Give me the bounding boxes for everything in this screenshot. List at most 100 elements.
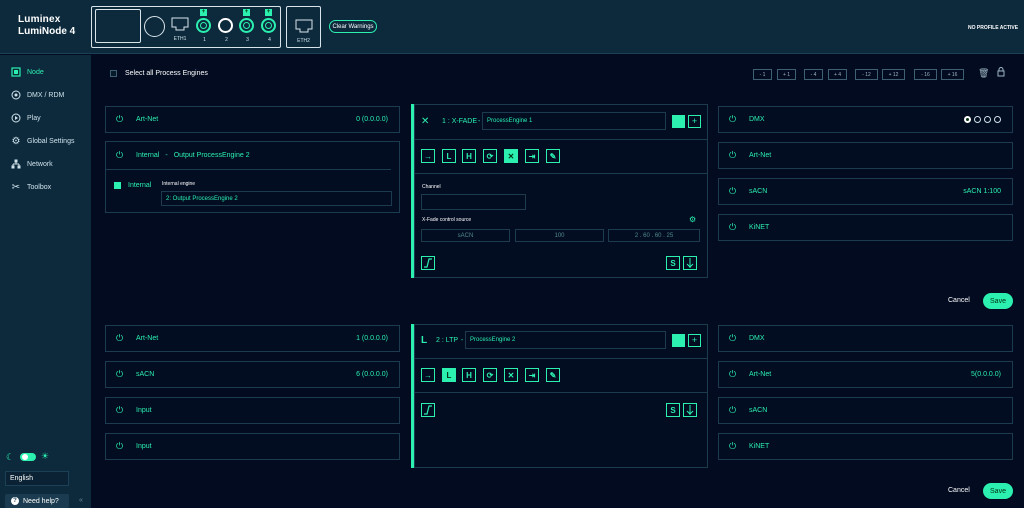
htp-tool-button[interactable]: H <box>462 149 476 163</box>
ltp-tool-button[interactable]: L <box>442 149 456 163</box>
trash-icon[interactable]: 🗑 <box>978 68 989 79</box>
output-port-icon: ⏻ <box>729 405 737 415</box>
step-minus-12-button[interactable]: - 12 <box>855 69 878 80</box>
passthrough-tool-button[interactable]: → <box>421 149 435 163</box>
sidebar-item-dmx[interactable]: DMX / RDM <box>11 90 64 100</box>
engine-color-swatch[interactable] <box>672 115 685 128</box>
curve-icon <box>424 258 432 268</box>
input-empty-row[interactable]: ⏻ Input <box>105 397 400 424</box>
gear-icon[interactable]: ⚙ <box>689 215 696 224</box>
htp-tool-button[interactable]: H <box>462 368 476 382</box>
xfade-tool-button[interactable]: ✕ <box>504 368 518 382</box>
solo-button[interactable]: S <box>666 403 680 417</box>
select-all-checkbox[interactable] <box>110 70 117 77</box>
step-plus-16-button[interactable]: + 16 <box>941 69 964 80</box>
snapshot-tool-button[interactable]: ⇥ <box>525 368 539 382</box>
step-minus-16-button[interactable]: - 16 <box>914 69 937 80</box>
ltp-tool-button[interactable]: L <box>442 368 456 382</box>
language-select[interactable]: English <box>5 471 69 486</box>
step-minus-1-button[interactable]: - 1 <box>753 69 772 80</box>
xfade-address-input[interactable]: 2 . 60 . 60 . 25 <box>608 229 700 242</box>
engine-add-button[interactable]: + <box>688 115 701 128</box>
brand-name: Luminex <box>18 14 61 25</box>
output-artnet-row[interactable]: ⏻ Art-Net 5(0.0.0.0) <box>718 361 1013 388</box>
priority-button[interactable] <box>683 256 697 270</box>
output-kinet-row[interactable]: ⏻ KiNET <box>718 214 1013 241</box>
edit-tool-button[interactable]: ✎ <box>546 368 560 382</box>
help-button[interactable]: ? Need help? <box>5 494 69 508</box>
collapse-sidebar-icon[interactable]: « <box>79 497 83 504</box>
channel-input[interactable] <box>421 194 526 210</box>
output-dmx-row[interactable]: ⏻ DMX <box>718 106 1013 133</box>
internal-target-label: Output ProcessEngine 2 <box>173 152 250 159</box>
device-knob <box>144 16 165 37</box>
internal-checkbox[interactable] <box>114 182 121 189</box>
input-artnet-row[interactable]: ⏻ Art-Net 1 (0.0.0.0) <box>105 325 400 352</box>
clear-warnings-button[interactable]: Clear Warnings <box>329 20 377 33</box>
output-dmx-row[interactable]: ⏻ DMX <box>718 325 1013 352</box>
input-empty-row[interactable]: ⏻ Input <box>105 433 400 460</box>
step-plus-4-button[interactable]: + 4 <box>828 69 847 80</box>
engine-add-button[interactable]: + <box>688 334 701 347</box>
sidebar-item-global-settings[interactable]: ⚙ Global Settings <box>11 136 75 147</box>
output-port-icon: ⏻ <box>729 114 737 124</box>
priority-button[interactable] <box>683 403 697 417</box>
internal-engine-select[interactable]: 2: Output ProcessEngine 2 <box>161 191 392 206</box>
eth1-port[interactable]: ETH1 <box>171 17 189 42</box>
engine-name-input[interactable]: ProcessEngine 2 <box>465 331 666 349</box>
xfade-tool-button[interactable]: ✕ <box>504 149 518 163</box>
dmx-port-4[interactable] <box>261 18 276 33</box>
save-button[interactable]: Save <box>983 293 1013 309</box>
step-plus-1-button[interactable]: + 1 <box>777 69 796 80</box>
output-kinet-row[interactable]: ⏻ KiNET <box>718 433 1013 460</box>
step-minus-4-button[interactable]: - 4 <box>804 69 823 80</box>
xfade-protocol-select[interactable]: sACN <box>421 229 510 242</box>
port4-plus-icon: + <box>265 9 272 16</box>
xfade-universe-input[interactable]: 100 <box>515 229 604 242</box>
sidebar-item-node[interactable]: Node <box>11 67 44 77</box>
output-sacn-row[interactable]: ⏻ sACN <box>718 397 1013 424</box>
cancel-button[interactable]: Cancel <box>948 297 970 304</box>
dmx-port-selector[interactable] <box>964 116 1001 123</box>
sidebar-item-play[interactable]: Play <box>11 113 41 123</box>
swap-tool-button[interactable]: ⟳ <box>483 149 497 163</box>
output-protocol-label: Art-Net <box>749 371 772 378</box>
divider <box>414 392 708 393</box>
output-protocol-label: KiNET <box>749 443 770 450</box>
save-button[interactable]: Save <box>983 483 1013 499</box>
dmx-port-1[interactable] <box>196 18 211 33</box>
select-all-label: Select all Process Engines <box>125 70 208 77</box>
output-artnet-row[interactable]: ⏻ Art-Net <box>718 142 1013 169</box>
curve-tool-button[interactable] <box>421 403 435 417</box>
input-sacn-row[interactable]: ⏻ sACN 6 (0.0.0.0) <box>105 361 400 388</box>
edit-tool-button[interactable]: ✎ <box>546 149 560 163</box>
sidebar-item-label: Toolbox <box>27 183 52 191</box>
input-protocol-label: Internal <box>136 152 160 159</box>
snapshot-tool-button[interactable]: ⇥ <box>525 149 539 163</box>
step-plus-12-button[interactable]: + 12 <box>882 69 905 80</box>
sidebar-item-network[interactable]: Network <box>11 159 53 169</box>
engine-name-input[interactable]: ProcessEngine 1 <box>482 112 666 130</box>
dmx-port-3[interactable] <box>239 18 254 33</box>
moon-icon: ☾ <box>6 452 15 462</box>
curve-tool-button[interactable] <box>421 256 435 270</box>
output-port-icon: ⏻ <box>729 333 737 343</box>
lock-icon[interactable] <box>997 67 1005 79</box>
solo-button[interactable]: S <box>666 256 680 270</box>
input-universe-value: 0 (0.0.0.0) <box>356 116 388 123</box>
priority-icon <box>686 405 694 415</box>
sidebar-item-toolbox[interactable]: ✂ Toolbox <box>11 182 52 193</box>
output-sacn-row[interactable]: ⏻ sACN sACN 1:100 <box>718 178 1013 205</box>
input-artnet-row[interactable]: ⏻ Art-Net 0 (0.0.0.0) <box>105 106 400 133</box>
dmx-port-2[interactable] <box>218 18 233 33</box>
engine-color-swatch[interactable] <box>672 334 685 347</box>
theme-toggle[interactable] <box>20 453 36 461</box>
sidebar-item-label: Play <box>27 114 41 122</box>
passthrough-tool-button[interactable]: → <box>421 368 435 382</box>
internal-checkbox-label: Internal <box>128 182 152 189</box>
swap-tool-button[interactable]: ⟳ <box>483 368 497 382</box>
eth2-port[interactable]: ETH2 <box>286 6 321 48</box>
input-protocol-label: Input <box>136 407 152 414</box>
xfade-mode-icon: ✕ <box>421 116 430 127</box>
cancel-button[interactable]: Cancel <box>948 487 970 494</box>
